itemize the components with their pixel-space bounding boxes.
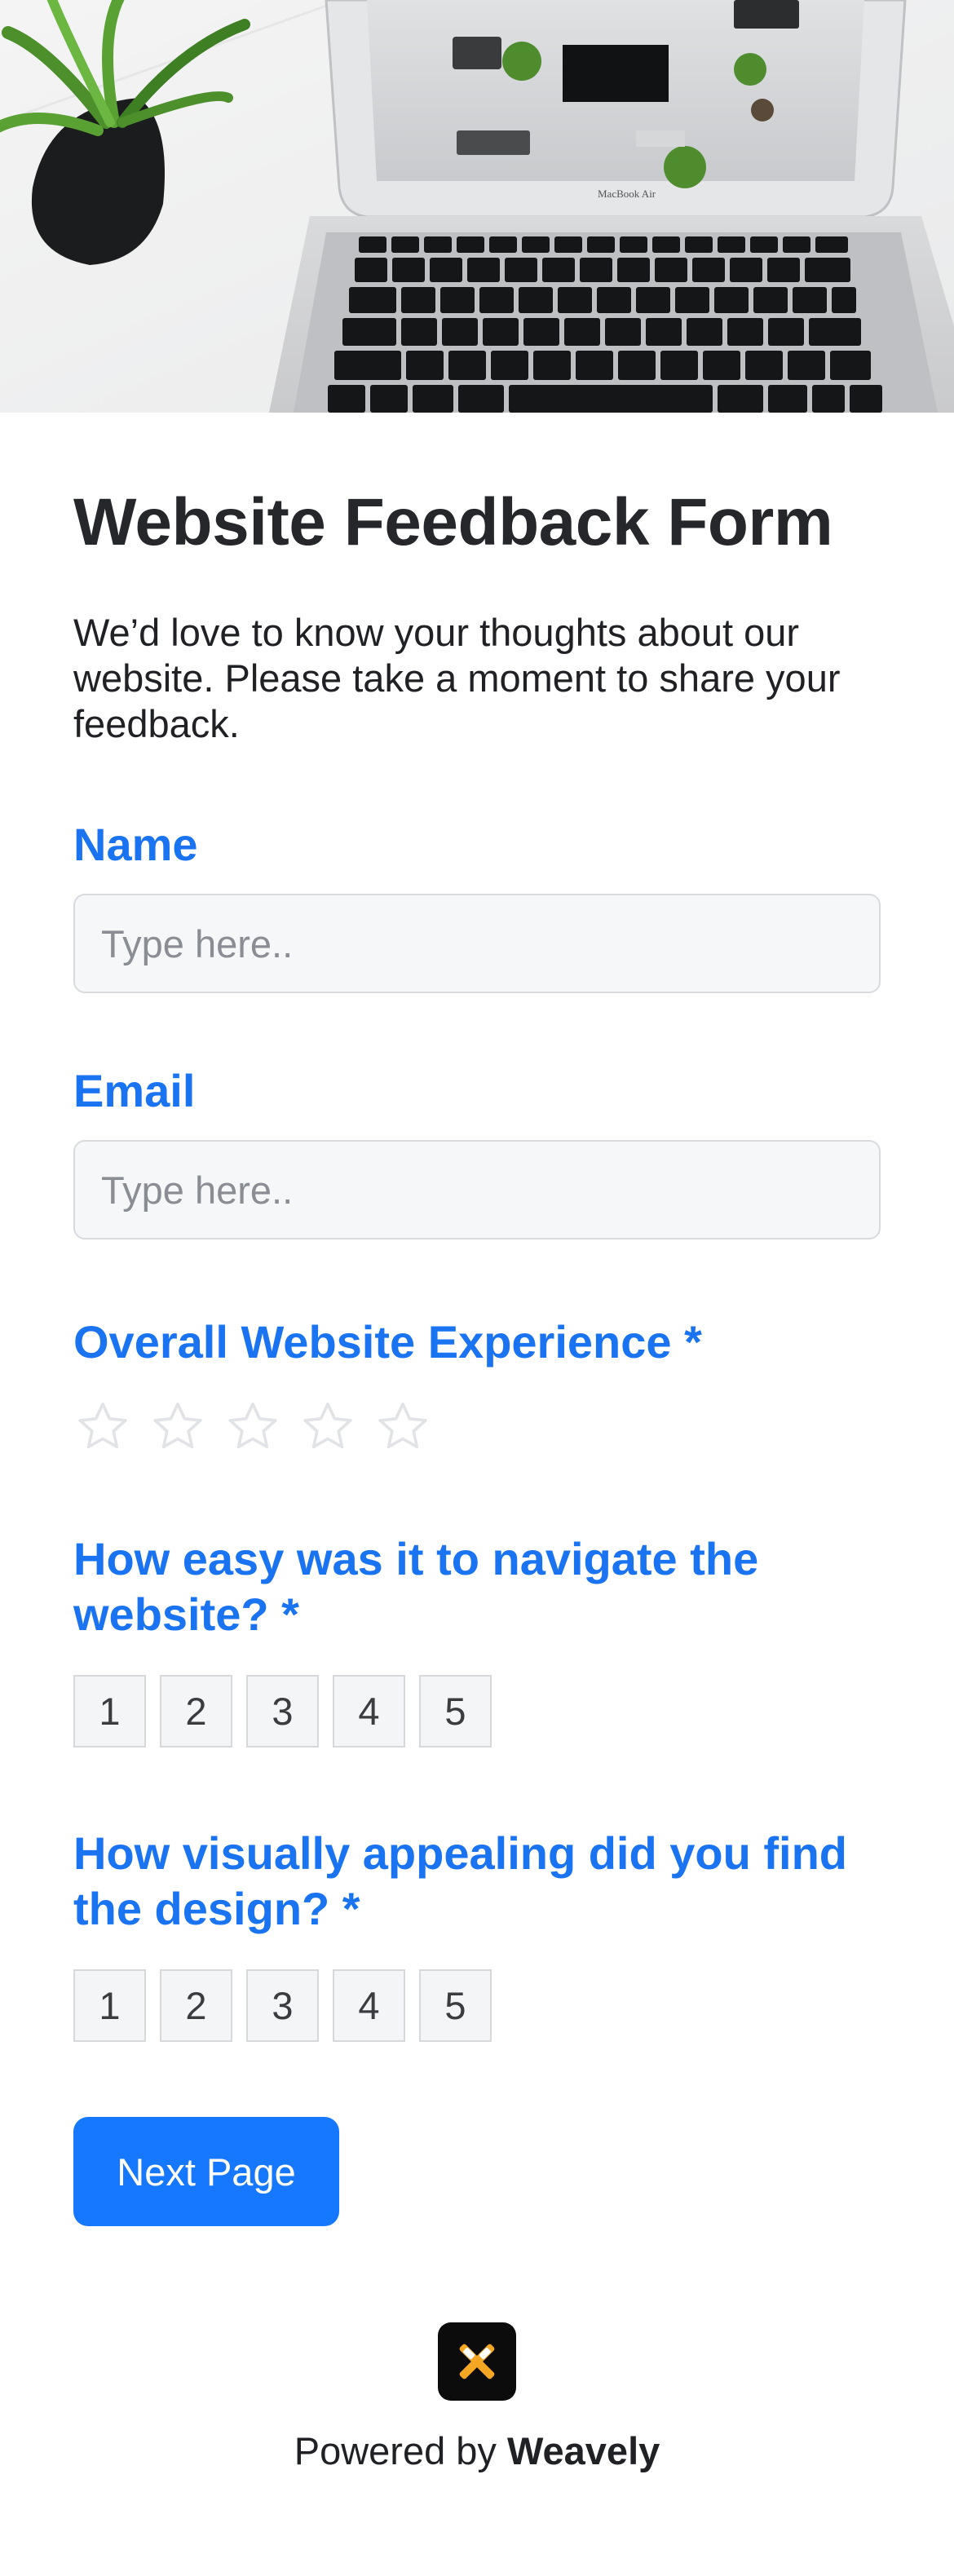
- navigate-label: How easy was it to navigate the website?…: [73, 1533, 759, 1641]
- weavely-mark-icon: [459, 2344, 495, 2379]
- design-option[interactable]: 3: [246, 1969, 319, 2043]
- next-page-button[interactable]: Next Page: [73, 2117, 339, 2227]
- star-rating: [73, 1398, 881, 1456]
- design-option[interactable]: 2: [160, 1969, 232, 2043]
- experience-label: Overall Website Experience *: [73, 1316, 702, 1368]
- weavely-logo-icon[interactable]: [438, 2322, 516, 2401]
- form-description: We’d love to know your thoughts about ou…: [73, 611, 841, 746]
- form-container: Website Feedback Form We’d love to know …: [0, 413, 954, 2473]
- name-label: Name: [73, 819, 198, 871]
- star-icon[interactable]: [148, 1398, 207, 1456]
- laptop-photo: MacBook Air: [0, 0, 954, 413]
- design-label: How visually appealing did you find the …: [73, 1827, 847, 1935]
- name-field[interactable]: [73, 894, 881, 994]
- design-option[interactable]: 1: [73, 1969, 146, 2043]
- navigate-option[interactable]: 5: [419, 1675, 492, 1748]
- form-title: Website Feedback Form: [73, 485, 833, 559]
- email-field[interactable]: [73, 1140, 881, 1240]
- design-option[interactable]: 5: [419, 1969, 492, 2043]
- hero-image: MacBook Air: [0, 0, 954, 413]
- navigate-scale: 1 2 3 4 5: [73, 1675, 881, 1748]
- star-icon[interactable]: [373, 1398, 432, 1456]
- navigate-option[interactable]: 4: [333, 1675, 405, 1748]
- powered-by-text: Powered by Weavely: [294, 2428, 660, 2473]
- laptop-brand-text: MacBook Air: [598, 188, 656, 200]
- powered-by-prefix: Powered by: [294, 2429, 497, 2473]
- design-scale: 1 2 3 4 5: [73, 1969, 881, 2043]
- navigate-option[interactable]: 1: [73, 1675, 146, 1748]
- navigate-option[interactable]: 2: [160, 1675, 232, 1748]
- design-option[interactable]: 4: [333, 1969, 405, 2043]
- footer: Powered by Weavely: [73, 2322, 881, 2473]
- email-label: Email: [73, 1065, 196, 1117]
- brand-name[interactable]: Weavely: [507, 2429, 660, 2472]
- star-icon[interactable]: [298, 1398, 357, 1456]
- star-icon[interactable]: [223, 1398, 282, 1456]
- star-icon[interactable]: [73, 1398, 132, 1456]
- navigate-option[interactable]: 3: [246, 1675, 319, 1748]
